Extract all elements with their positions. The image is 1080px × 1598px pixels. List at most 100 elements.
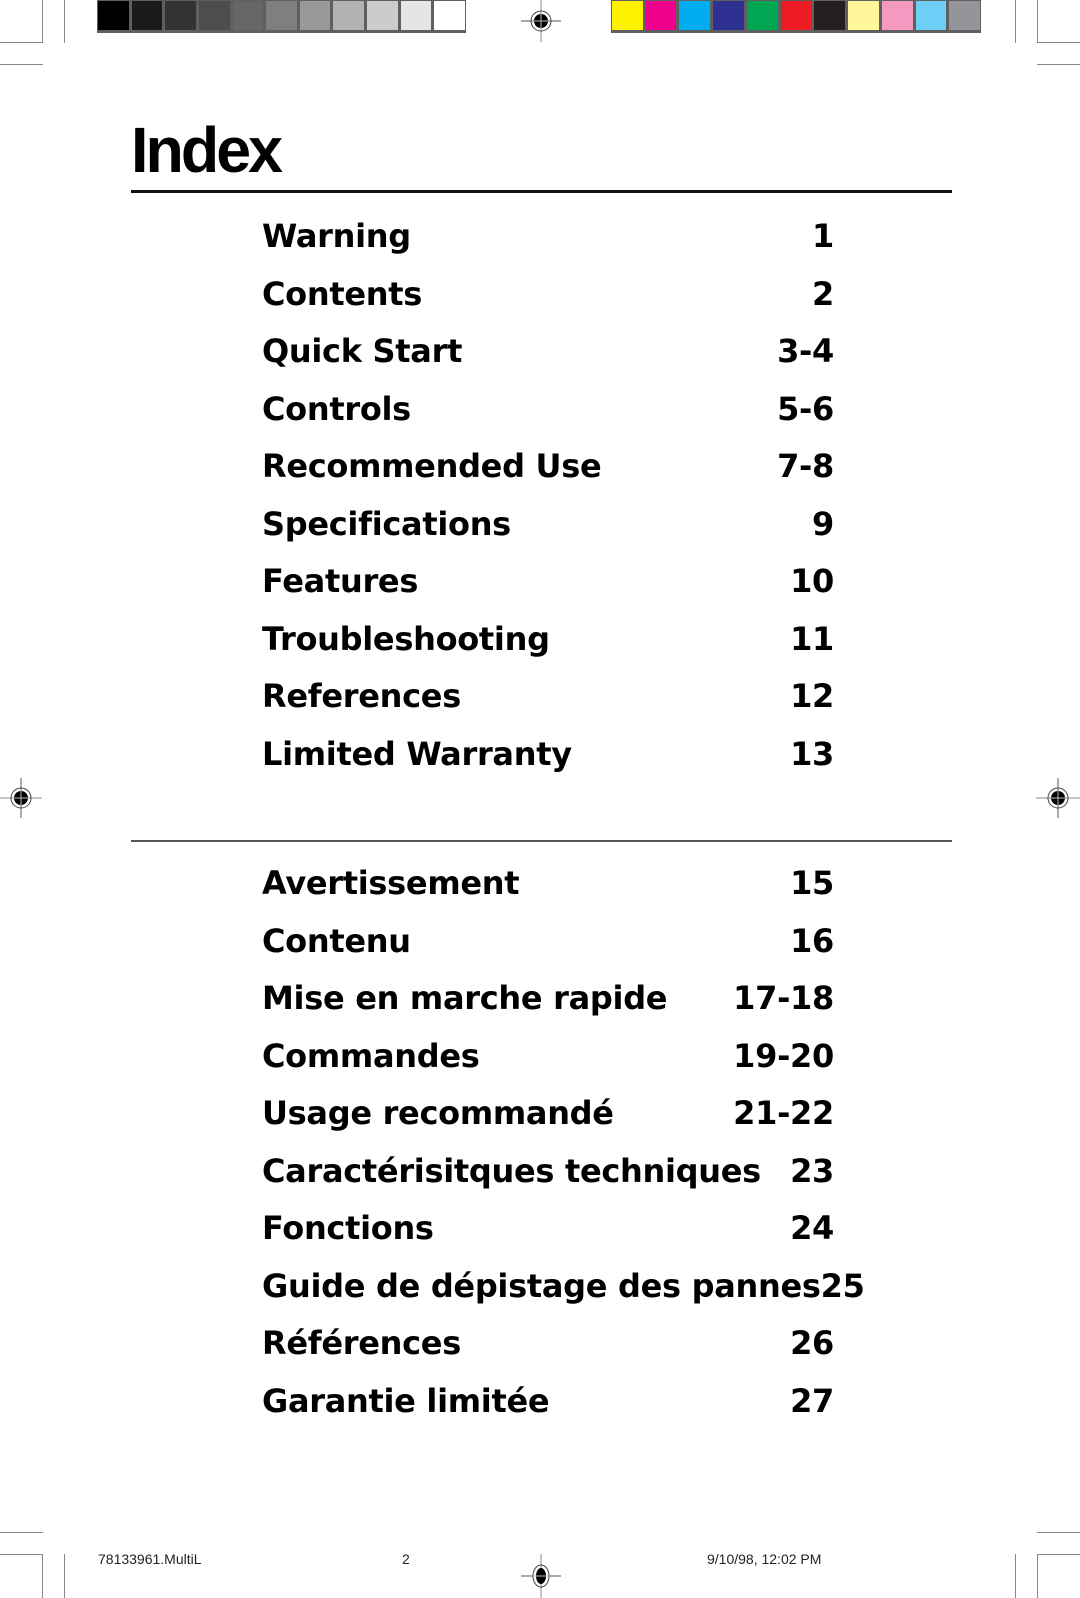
index-entry[interactable]: Recommended Use 7-8 [262,441,834,499]
index-entry[interactable]: Limited Warranty 13 [262,729,834,787]
gray-swatch-7 [299,1,331,30]
index-entry[interactable]: References 12 [262,671,834,729]
entry-label: Fonctions [262,1209,434,1247]
index-entry[interactable]: Features 10 [262,556,834,614]
index-entry[interactable]: Troubleshooting 11 [262,614,834,672]
entry-label: Features [262,562,419,600]
crop-mark-top-right-h2 [1037,64,1080,65]
entry-label: Caractérisitques techniques [262,1151,761,1190]
entry-label: Références [262,1324,461,1362]
entry-page: 12 [790,677,834,715]
entry-page: 26 [790,1324,834,1362]
entry-page: 19-20 [733,1036,834,1075]
entry-page: 10 [790,562,834,600]
entry-label: Quick Start [262,332,463,370]
index-entry[interactable]: Controls 5-6 [262,384,834,442]
color-swatch-7 [814,1,846,30]
index-entry[interactable]: Références 26 [262,1318,834,1376]
entry-label: Contents [262,274,422,313]
entry-page: 17-18 [733,979,834,1017]
gray-swatch-6 [266,1,297,30]
crop-mark-top-right-v [1037,0,1038,43]
gray-swatch-1 [98,1,129,30]
registration-mark-right-icon [1036,778,1080,818]
entry-page: 5-6 [777,389,834,428]
index-entry[interactable]: Guide de dépistage des pannes 25 [262,1261,865,1319]
crop-mark-bottom-left-v [42,1554,43,1598]
index-entry[interactable]: Commandes 19-20 [262,1031,834,1089]
entry-page: 24 [790,1209,834,1247]
gray-swatch-9 [367,1,398,30]
entry-page: 7-8 [777,447,834,485]
crop-mark-bottom-right-v [1037,1554,1038,1598]
entry-page: 11 [790,619,834,658]
entry-label: Guide de dépistage des pannes [262,1266,821,1305]
crop-mark-bottom-left-v2 [64,1554,65,1598]
french-index-list: Avertissement 15 Contenu 16 Mise en marche… [262,858,865,1434]
crop-mark-top-right-h [1037,42,1080,43]
index-entry[interactable]: Contents 2 [262,269,834,327]
index-entry[interactable]: Fonctions 24 [262,1203,834,1261]
gray-swatch-11 [434,1,466,30]
entry-label: Recommended Use [262,447,602,485]
entry-label: Warning [262,217,411,255]
crop-mark-top-left-v [42,0,43,43]
gray-swatch-8 [333,1,365,30]
crop-mark-bottom-right-v2 [1015,1554,1016,1598]
entry-label: Specifications [262,504,511,543]
footer-file-name: 78133961.MultiL [98,1551,202,1567]
registration-mark-left-icon [0,778,42,818]
entry-label: Usage recommandé [262,1094,614,1132]
entry-label: Avertissement [262,864,520,902]
index-entry[interactable]: Specifications 9 [262,499,834,557]
footer-timestamp: 9/10/98, 12:02 PM [707,1551,822,1567]
color-swatch-11 [949,1,981,30]
crop-mark-top-left-h [0,42,43,43]
footer-page-number: 2 [402,1551,410,1567]
entry-page: 21-22 [733,1094,834,1132]
crop-mark-bottom-left-h [0,1532,43,1533]
index-entry[interactable]: Mise en marche rapide 17-18 [262,973,834,1031]
index-entry[interactable]: Contenu 16 [262,916,834,974]
grayscale-calibration-bar [97,0,466,33]
gray-swatch-10 [400,1,432,30]
entry-label: Controls [262,389,411,428]
index-entry[interactable]: Warning 1 [262,211,834,269]
index-entry[interactable]: Quick Start 3-4 [262,326,834,384]
entry-page: 25 [820,1266,865,1305]
entry-page: 27 [790,1381,834,1420]
section-divider [131,840,952,842]
entry-label: Troubleshooting [262,619,550,658]
english-index-list: Warning 1 Contents 2 Quick Start 3-4 Contro… [262,211,834,786]
entry-label: Garantie limitée [262,1381,550,1420]
entry-page: 1 [812,217,834,255]
index-entry[interactable]: Usage recommandé 21-22 [262,1088,834,1146]
index-entry[interactable]: Garantie limitée 27 [262,1376,834,1434]
entry-page: 23 [790,1151,834,1190]
entry-page: 3-4 [777,332,834,370]
color-swatch-3 [679,1,711,30]
entry-label: Contenu [262,921,411,960]
gray-swatch-2 [131,1,163,30]
index-entry[interactable]: Avertissement 15 [262,858,834,916]
color-swatch-2 [645,1,677,30]
crop-mark-bottom-right-h2 [1037,1554,1080,1555]
crop-mark-top-right-v2 [1015,0,1016,43]
gray-swatch-5 [232,1,264,30]
entry-page: 2 [812,274,834,313]
index-entry[interactable]: Caractérisitques techniques 23 [262,1146,834,1204]
gray-swatch-3 [165,1,196,30]
registration-mark-top-icon [521,0,561,42]
title-divider [131,190,952,193]
registration-mark-bottom-icon [521,1554,561,1598]
entry-page: 13 [790,734,834,773]
crop-mark-bottom-left-h2 [0,1554,43,1555]
color-calibration-bar [611,0,981,33]
crop-mark-top-left-v2 [64,0,65,43]
color-swatch-4 [713,1,744,30]
entry-label: Mise en marche rapide [262,979,668,1017]
color-swatch-8 [848,1,879,30]
entry-page: 16 [790,921,834,960]
color-swatch-1 [612,1,643,30]
color-swatch-5 [746,1,778,30]
